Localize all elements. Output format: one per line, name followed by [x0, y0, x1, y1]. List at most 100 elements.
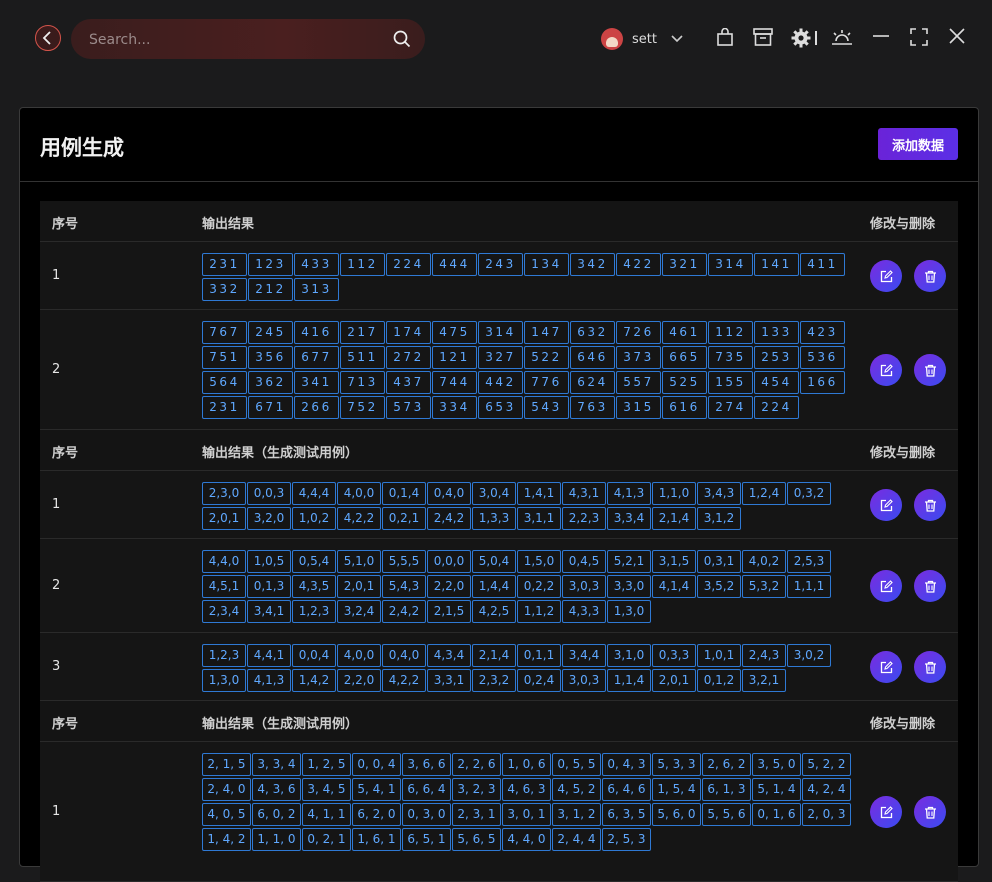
row-actions [870, 796, 946, 828]
result-tag: 437 [386, 371, 431, 394]
table-row: 1 231 123 433 112 224 444 243 134 342 422 321 314 141… [40, 242, 958, 310]
gear-icon[interactable] [791, 28, 811, 48]
result-tag: 3, 6, 6 [402, 753, 451, 776]
result-tag: 334 [432, 396, 477, 419]
result-tag: 1,0,2 [292, 507, 336, 530]
search-icon[interactable] [393, 30, 411, 48]
user-menu[interactable]: sett [601, 26, 683, 52]
back-button[interactable] [35, 25, 61, 51]
result-tag: 166 [800, 371, 845, 394]
result-tag: 274 [708, 396, 753, 419]
delete-button[interactable] [914, 354, 946, 386]
result-tag: 1,3,3 [472, 507, 516, 530]
delete-button[interactable] [914, 796, 946, 828]
result-tag: 253 [754, 346, 799, 369]
result-tag: 2,1,4 [652, 507, 696, 530]
result-tag: 543 [524, 396, 569, 419]
result-tag: 3,1,5 [652, 550, 696, 573]
result-tag: 3, 2, 3 [452, 778, 501, 801]
result-tag: 3,0,3 [562, 575, 606, 598]
result-tag: 1,2,3 [202, 644, 246, 667]
result-tag: 2,0,1 [337, 575, 381, 598]
delete-button[interactable] [914, 489, 946, 521]
archive-icon[interactable] [753, 28, 773, 46]
delete-button[interactable] [914, 570, 946, 602]
add-data-button[interactable]: 添加数据 [878, 128, 958, 160]
result-tag: 217 [340, 321, 385, 344]
result-tag: 5,0,4 [472, 550, 516, 573]
result-tag: 423 [800, 321, 845, 344]
card-header: 用例生成 添加数据 [20, 108, 978, 182]
result-tag: 4,3,3 [562, 600, 606, 623]
row-index: 3 [52, 659, 61, 674]
result-tag: 1,1,2 [517, 600, 561, 623]
fullscreen-icon[interactable] [910, 28, 928, 46]
result-tag: 1,4,2 [292, 669, 336, 692]
result-tag: 313 [294, 278, 339, 301]
result-tag: 5,5,5 [382, 550, 426, 573]
result-tag: 4,5,1 [202, 575, 246, 598]
table-header: 序号 输出结果（生成测试用例） 修改与删除 [40, 430, 958, 471]
result-tag: 0,1,4 [382, 482, 426, 505]
delete-button[interactable] [914, 651, 946, 683]
result-tag: 646 [570, 346, 615, 369]
result-tag: 0, 1, 6 [752, 803, 801, 826]
result-tag: 0,2,2 [517, 575, 561, 598]
result-tag: 4,3,4 [427, 644, 471, 667]
result-tag: 1, 4, 2 [202, 828, 251, 851]
result-tag: 134 [524, 253, 569, 276]
chevron-down-icon [671, 35, 683, 43]
result-tag: 1,2,4 [742, 482, 786, 505]
trash-icon [924, 364, 936, 377]
search-input[interactable] [87, 19, 391, 61]
result-tag: 4,1,3 [247, 669, 291, 692]
result-tag: 1, 6, 1 [352, 828, 401, 851]
data-table: 序号 输出结果 修改与删除 1 231 123 433 112 224 444 243 134 342 4… [40, 201, 958, 882]
row-actions [870, 354, 946, 386]
delete-button[interactable] [914, 260, 946, 292]
result-tag: 5,3,2 [742, 575, 786, 598]
result-tag: 557 [616, 371, 661, 394]
result-tags: 1,2,3 4,4,1 0,0,4 4,0,0 0,4,0 4,3,4 2,1,4 0,1,1… [202, 644, 862, 694]
result-tag: 6, 4, 6 [602, 778, 651, 801]
result-tag: 1, 0, 6 [502, 753, 551, 776]
result-tag: 2,2,0 [427, 575, 471, 598]
result-tags: 2,3,0 0,0,3 4,4,4 4,0,0 0,1,4 0,4,0 3,0,4 1,4,1… [202, 482, 862, 532]
result-tag: 677 [294, 346, 339, 369]
result-tag: 0,4,5 [562, 550, 606, 573]
row-index: 1 [52, 497, 61, 512]
result-tags: 767 245 416 217 174 475 314 147 632 726 461 112 133 4… [202, 321, 862, 421]
result-tag: 4, 5, 2 [552, 778, 601, 801]
table-row: 2 767 245 416 217 174 475 314 147 632 726 461 112 133… [40, 310, 958, 430]
edit-button[interactable] [870, 354, 902, 386]
shopping-bag-icon[interactable] [716, 28, 734, 46]
edit-button[interactable] [870, 489, 902, 521]
result-tag: 4, 4, 0 [502, 828, 551, 851]
sunset-icon[interactable] [831, 28, 853, 46]
header-index: 序号 [52, 446, 79, 461]
result-tag: 0,4,0 [427, 482, 471, 505]
edit-button[interactable] [870, 651, 902, 683]
result-tag: 3, 5, 0 [752, 753, 801, 776]
result-tag: 327 [478, 346, 523, 369]
row-actions [870, 260, 946, 292]
avatar [601, 28, 623, 50]
table-row: 3 1,2,3 4,4,1 0,0,4 4,0,0 0,4,0 4,3,4 2,1,4 0,1,… [40, 633, 958, 701]
result-tag: 5, 6, 0 [652, 803, 701, 826]
header-index: 序号 [52, 717, 79, 732]
result-tag: 2, 6, 2 [702, 753, 751, 776]
result-tag: 224 [754, 396, 799, 419]
edit-button[interactable] [870, 570, 902, 602]
result-tag: 3, 0, 1 [502, 803, 551, 826]
result-tag: 2,0,1 [202, 507, 246, 530]
minimize-icon[interactable] [872, 34, 890, 38]
edit-button[interactable] [870, 796, 902, 828]
result-tag: 735 [708, 346, 753, 369]
result-tag: 0,0,3 [247, 482, 291, 505]
row-index: 1 [52, 804, 61, 819]
trash-icon [924, 580, 936, 593]
result-tag: 3,1,1 [517, 507, 561, 530]
close-icon[interactable] [949, 28, 965, 44]
result-tag: 1,5,0 [517, 550, 561, 573]
edit-button[interactable] [870, 260, 902, 292]
